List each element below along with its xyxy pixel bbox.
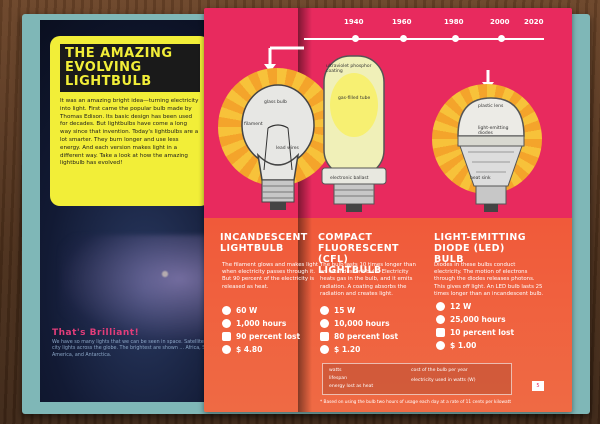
stat-cost: $ 4.80 bbox=[222, 343, 300, 356]
timeline-year: 1960 bbox=[392, 18, 412, 26]
heat-icon bbox=[436, 328, 445, 337]
legend-box: watts lifespan cost of the bulb per year… bbox=[322, 363, 512, 395]
incandescent-stats: 60 W 1,000 hours 90 percent lost $ 4.80 bbox=[222, 304, 300, 356]
stat-power: 60 W bbox=[222, 304, 300, 317]
dollar-icon bbox=[320, 345, 329, 354]
stat-lost: 80 percent lost bbox=[320, 330, 398, 343]
part-label: light-emitting diodes bbox=[478, 126, 509, 136]
footnote: * Based on using the bulb two hours of u… bbox=[320, 400, 512, 405]
lightning-icon bbox=[436, 302, 445, 311]
cfl-bulb-icon bbox=[321, 55, 387, 212]
dollar-icon bbox=[436, 341, 445, 350]
intro-box: The Amazing Evolving Lightbulb It was an… bbox=[50, 36, 210, 206]
stat-value: 80 percent lost bbox=[334, 332, 399, 341]
intro-text: It was an amazing bright idea—turning el… bbox=[60, 98, 199, 167]
stat-life: 1,000 hours bbox=[222, 317, 300, 330]
stat-power: 15 W bbox=[320, 304, 398, 317]
dollar-icon bbox=[222, 345, 231, 354]
timeline-year: 2000 bbox=[490, 18, 510, 26]
clock-icon bbox=[222, 319, 231, 328]
stat-value: 10 percent lost bbox=[450, 328, 515, 337]
stat-value: $ 4.80 bbox=[236, 345, 263, 354]
stat-life: 25,000 hours bbox=[436, 313, 514, 326]
incandescent-title: Incandescent Lightbulb bbox=[220, 232, 308, 254]
part-label: filament bbox=[244, 122, 263, 127]
stat-value: 25,000 hours bbox=[450, 315, 506, 324]
timeline-year: 2020 bbox=[524, 18, 544, 26]
legend-item: electricity used in watts (W) bbox=[411, 378, 476, 383]
part-label: lead wires bbox=[276, 146, 299, 151]
stat-value: 15 W bbox=[334, 306, 356, 315]
led-stats: 12 W 25,000 hours 10 percent lost $ 1.00 bbox=[436, 300, 514, 352]
stat-value: 1,000 hours bbox=[236, 319, 287, 328]
part-label: gas-filled tube bbox=[338, 96, 371, 101]
part-label: ultraviolet phosphor coating bbox=[326, 64, 372, 74]
page-title: The Amazing Evolving Lightbulb bbox=[60, 44, 200, 92]
part-label: electronic ballast bbox=[330, 176, 369, 181]
lightning-icon bbox=[320, 306, 329, 315]
clock-icon bbox=[320, 319, 329, 328]
stat-cost: $ 1.20 bbox=[320, 343, 398, 356]
stat-value: $ 1.20 bbox=[334, 345, 361, 354]
heat-icon bbox=[222, 332, 231, 341]
led-bulb-icon bbox=[457, 97, 525, 212]
stat-cost: $ 1.00 bbox=[436, 339, 514, 352]
part-label: glass bulb bbox=[264, 100, 287, 105]
legend-item: energy lost as heat bbox=[329, 384, 374, 389]
incandescent-description: The filament glows and makes light when … bbox=[222, 262, 319, 290]
stat-value: 10,000 hours bbox=[334, 319, 390, 328]
timeline-year: 1940 bbox=[344, 18, 364, 26]
stat-lost: 10 percent lost bbox=[436, 326, 514, 339]
cfl-stats: 15 W 10,000 hours 80 percent lost $ 1.20 bbox=[320, 304, 398, 356]
stat-value: 12 W bbox=[450, 302, 472, 311]
led-description: Diodes in these bulbs conduct electricit… bbox=[434, 262, 544, 297]
timeline-year: 1980 bbox=[444, 18, 464, 26]
stat-power: 12 W bbox=[436, 300, 514, 313]
legend-item: lifespan bbox=[329, 376, 348, 381]
led-title: Light-Emitting Diode (LED) Bulb bbox=[434, 232, 526, 265]
part-label: heat sink bbox=[470, 176, 491, 181]
cfl-description: The bulb lasts 10 times longer than an i… bbox=[320, 262, 416, 297]
stat-lost: 90 percent lost bbox=[222, 330, 300, 343]
clock-icon bbox=[436, 315, 445, 324]
legend-item: watts bbox=[329, 368, 342, 373]
page-number: 5 bbox=[532, 381, 544, 391]
lightning-icon bbox=[222, 306, 231, 315]
part-label: plastic lens bbox=[478, 104, 504, 109]
stat-value: $ 1.00 bbox=[450, 341, 477, 350]
stat-value: 90 percent lost bbox=[236, 332, 301, 341]
stat-value: 60 W bbox=[236, 306, 258, 315]
stat-life: 10,000 hours bbox=[320, 317, 398, 330]
heat-icon bbox=[320, 332, 329, 341]
legend-item: cost of the bulb per year bbox=[411, 368, 468, 373]
